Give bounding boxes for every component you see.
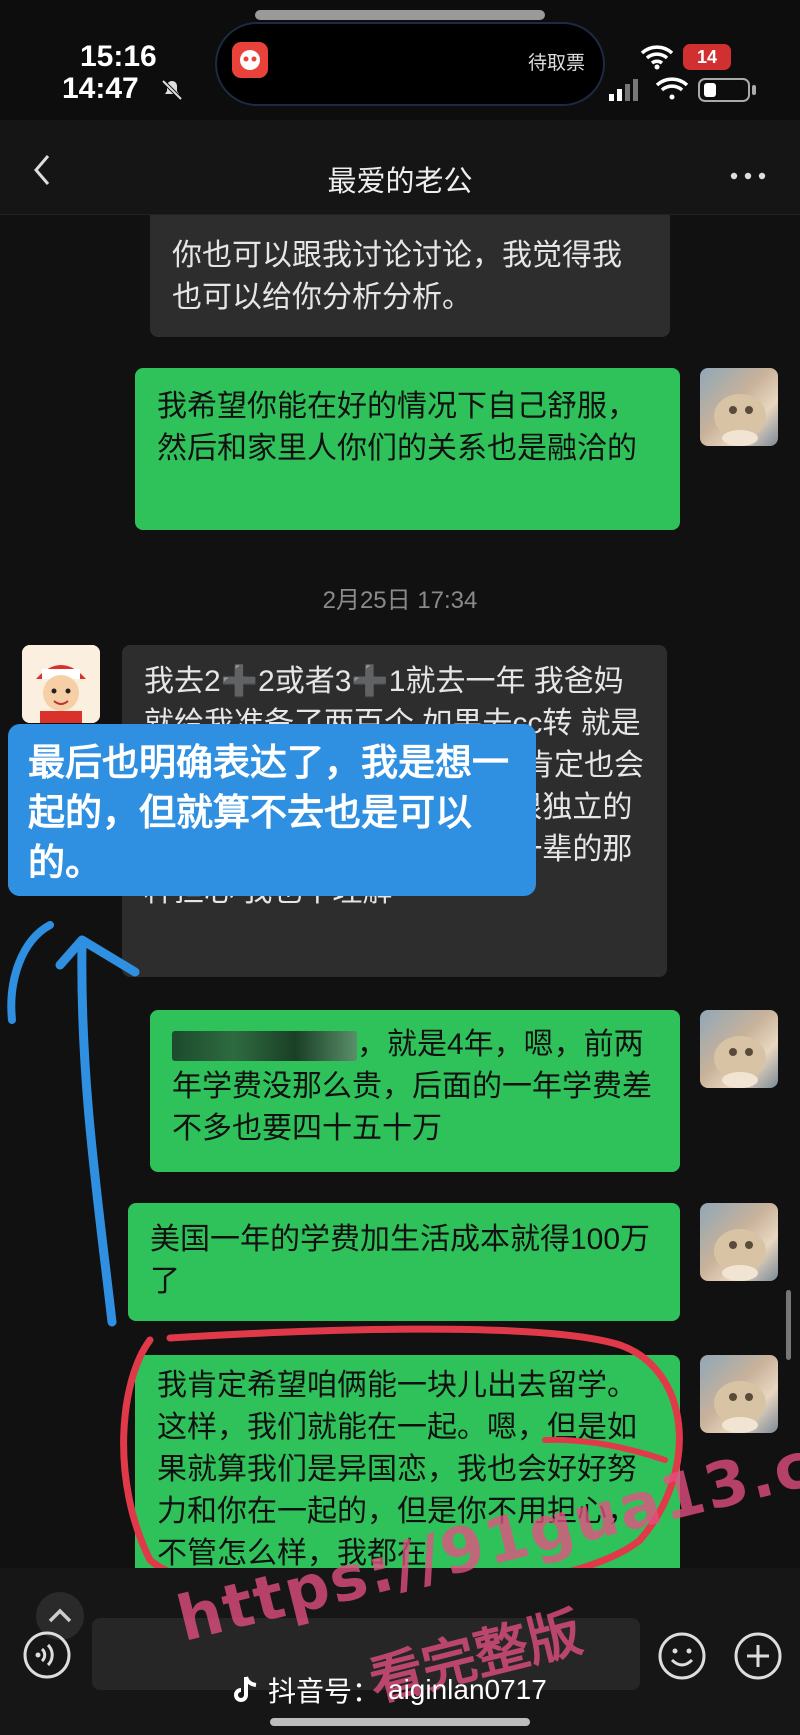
cat-avatar-icon [714, 394, 766, 446]
status-time-secondary: 14:47 [62, 72, 139, 105]
battery-icon [698, 78, 750, 102]
page-title: 最爱的老公 [327, 166, 473, 198]
douyin-label: 抖音号： [268, 1676, 381, 1707]
wifi-icon-secondary [655, 77, 689, 100]
self-avatar[interactable] [700, 1355, 778, 1433]
blue-arrow-icon [77, 940, 117, 1327]
top-pill [255, 10, 545, 20]
island-label: 待取票 [528, 53, 586, 74]
battery-cap [752, 85, 756, 95]
message-bubble-outgoing[interactable]: 我希望你能在好的情况下自己舒服，然后和家里人你们的关系也是融洽的 [135, 368, 680, 530]
home-indicator[interactable] [270, 1718, 530, 1726]
voice-icon[interactable] [22, 1630, 72, 1680]
message-bubble-outgoing[interactable]: ，就是4年，嗯，前两年学费没那么贵，后面的一年学费差不多也要四十五十万 [150, 1010, 680, 1172]
message-text: 美国一年的学费加生活成本就得100万了 [150, 1223, 651, 1298]
bell-muted-icon [161, 79, 183, 101]
ticket-app-icon [232, 42, 268, 78]
douyin-logo-icon [234, 1676, 257, 1702]
redacted-text [172, 1031, 357, 1062]
message-bubble-outgoing[interactable]: 美国一年的学费加生活成本就得100万了 [128, 1203, 680, 1321]
more-dots-icon[interactable] [728, 170, 768, 182]
scrollbar-thumb[interactable] [786, 1290, 791, 1360]
wifi-icon [640, 45, 674, 70]
cellular-signal-icon [609, 79, 638, 101]
cartoon-boy-avatar-icon [22, 645, 100, 723]
message-timestamp: 2月25日 17:34 [322, 587, 478, 614]
self-avatar[interactable] [700, 368, 778, 446]
self-avatar[interactable] [700, 1203, 778, 1281]
contact-avatar[interactable] [22, 645, 100, 723]
cat-avatar-icon [714, 1036, 766, 1088]
cat-avatar-icon [714, 1381, 766, 1433]
notification-badge: 14 [683, 44, 731, 70]
message-text: 我希望你能在好的情况下自己舒服，然后和家里人你们的关系也是融洽的 [157, 390, 637, 465]
message-text: 你也可以跟我讨论讨论，我觉得我也可以给你分析分析。 [172, 239, 622, 314]
annotation-text: 最后也明确表达了，我是想一起的，但就算不去也是可以的。 [28, 742, 509, 883]
message-bubble-incoming[interactable]: 你也可以跟我讨论讨论，我觉得我也可以给你分析分析。 [150, 215, 670, 337]
douyin-id: aiginlan0717 [388, 1674, 547, 1705]
emoji-icon[interactable] [656, 1630, 708, 1682]
status-time: 15:16 [80, 40, 157, 73]
cat-avatar-icon [714, 1229, 766, 1281]
douyin-watermark: 抖音号： aiginlan0717 [230, 1670, 547, 1710]
plus-icon[interactable] [732, 1630, 784, 1682]
self-avatar[interactable] [700, 1010, 778, 1088]
blue-curve-icon [7, 921, 54, 1024]
